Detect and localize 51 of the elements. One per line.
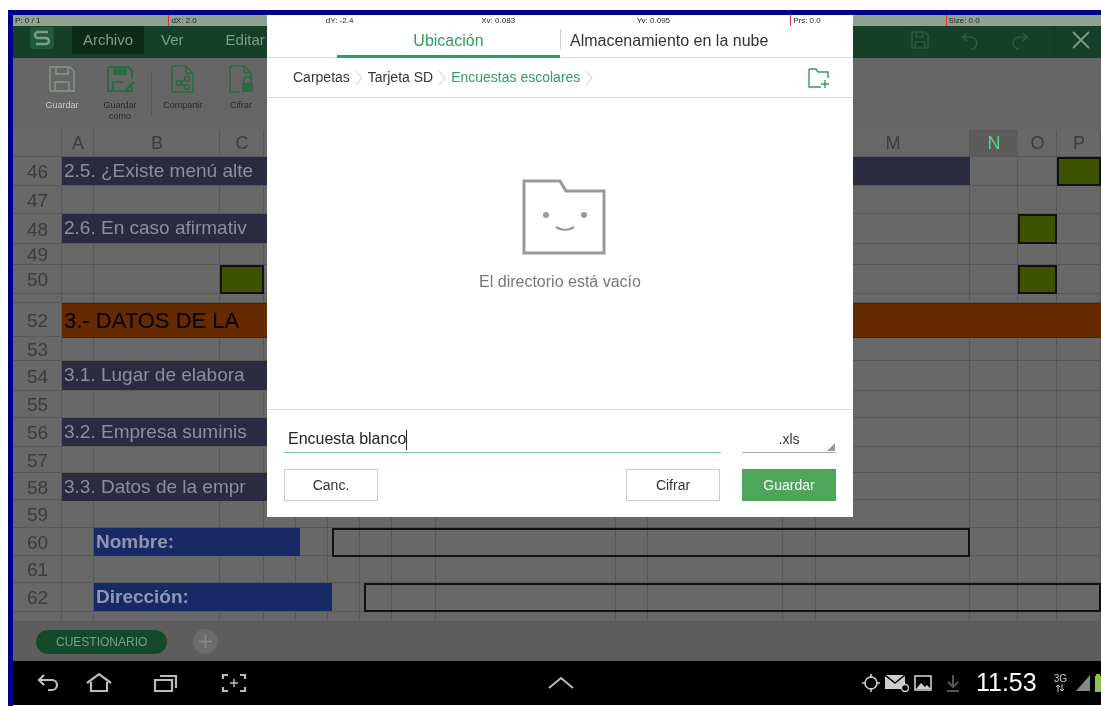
network-type: 3G <box>1053 674 1067 684</box>
document-lock-icon <box>226 64 256 94</box>
home-icon[interactable] <box>85 671 113 695</box>
debug-value: Prs: 0.0 <box>792 15 821 26</box>
debug-value: Xv: 0.083 <box>480 15 516 26</box>
clock-time: 11:53 <box>975 667 1037 699</box>
breadcrumb-item[interactable]: Carpetas <box>293 67 350 88</box>
caret-up-icon[interactable] <box>548 676 574 690</box>
field-label-cell: Dirección: <box>94 583 332 611</box>
filled-cell <box>220 265 264 294</box>
debug-value: dX: 2.0 <box>170 15 197 26</box>
menu-item[interactable]: Archivo <box>72 26 145 54</box>
chevron-right-icon <box>585 69 594 86</box>
breadcrumb-item[interactable]: Encuestas escolares <box>451 67 581 88</box>
encrypt-button[interactable]: Cifrar <box>626 469 720 501</box>
filled-cell <box>1018 265 1057 294</box>
chevron-right-icon <box>438 69 447 86</box>
dropdown-triangle-icon <box>827 443 835 451</box>
breadcrumb-item[interactable]: Tarjeta SD <box>367 67 434 88</box>
filled-cell <box>1057 157 1101 186</box>
save-button[interactable]: Guardar <box>742 469 836 501</box>
filename-field[interactable]: Encuesta blanco <box>284 427 721 453</box>
column-header[interactable]: N <box>970 130 1018 156</box>
new-folder-icon[interactable] <box>808 67 830 88</box>
signal-icon <box>1076 675 1090 691</box>
debug-value: Yv: 0.095 <box>635 15 671 26</box>
empty-folder-message: El directorio está vacío <box>479 272 641 292</box>
location-tab[interactable]: Almacenamiento en la nube <box>561 26 769 58</box>
sheet-tab[interactable]: CUESTIONARIO <box>36 629 168 654</box>
data-arrows-icon <box>1055 684 1066 692</box>
chevron-right-icon <box>354 69 363 86</box>
menu-item[interactable]: Ver <box>150 26 195 54</box>
debug-value: Size: 0.0 <box>947 15 980 26</box>
menu-item[interactable]: Editar <box>214 26 276 54</box>
screen-capture-icon[interactable] <box>220 671 248 695</box>
floppy-pencil-icon <box>105 64 135 94</box>
cancel-button[interactable]: Canc. <box>284 469 378 501</box>
mail-icon <box>884 674 909 692</box>
format-dropdown[interactable]: .xls <box>742 427 836 453</box>
crosshair-icon <box>861 674 880 692</box>
empty-folder-face-icon <box>522 179 606 255</box>
download-icon <box>944 673 961 693</box>
close-icon[interactable] <box>1071 30 1091 50</box>
debug-value: dY: -2.4 <box>324 15 354 26</box>
filled-cell <box>1018 214 1057 244</box>
picture-icon <box>913 675 932 691</box>
battery-icon <box>1095 674 1101 692</box>
app-logo-icon[interactable] <box>30 27 54 49</box>
debug-value: P: 0 / 1 <box>14 15 41 26</box>
location-tab[interactable]: Ubicación <box>337 26 560 58</box>
field-label-cell: Nombre: <box>94 528 300 556</box>
